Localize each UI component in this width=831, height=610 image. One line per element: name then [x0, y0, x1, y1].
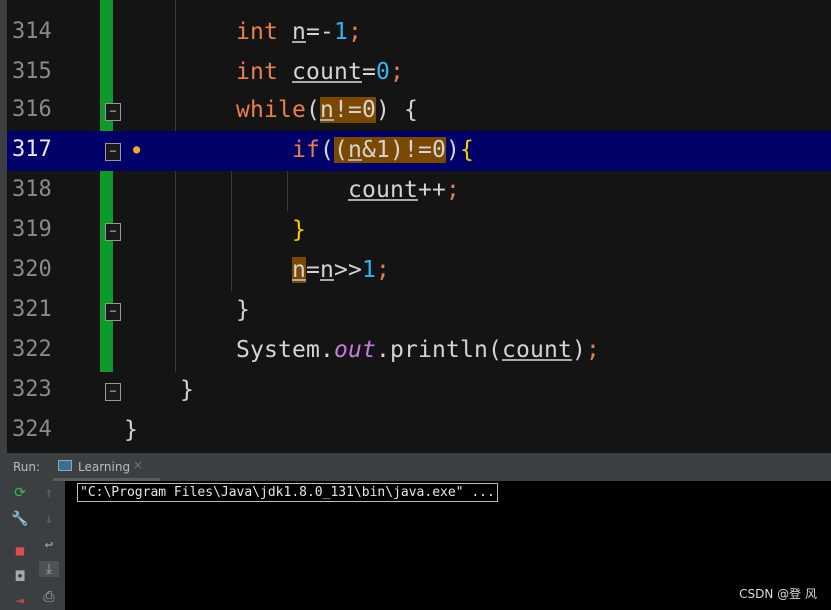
- wrench-icon[interactable]: 🔧: [10, 511, 30, 527]
- code-line[interactable]: 323}: [7, 371, 831, 411]
- code-line[interactable]: 319}: [7, 211, 831, 251]
- lightbulb-icon[interactable]: ●: [133, 142, 143, 156]
- code-line[interactable]: 314 int n=-1;: [7, 13, 831, 53]
- run-panel-header: Run: Learning ×: [7, 453, 831, 481]
- watermark: CSDN @登 风: [739, 587, 817, 601]
- code-line[interactable]: 316 while(n!=0) {: [7, 91, 831, 131]
- fold-collapse-icon[interactable]: −: [105, 103, 121, 121]
- scroll-to-end-icon[interactable]: ⤓: [39, 561, 59, 577]
- left-tool-strip: [0, 0, 7, 610]
- code-line[interactable]: 321}: [7, 291, 831, 331]
- code-line-current[interactable]: 317 if((n&1)!=0){: [7, 131, 831, 171]
- code-line[interactable]: 318 count++;: [7, 171, 831, 211]
- rerun-icon[interactable]: ⟳: [10, 485, 30, 501]
- console-output[interactable]: "C:\Program Files\Java\jdk1.8.0_131\bin\…: [65, 481, 831, 610]
- fold-collapse-icon[interactable]: −: [105, 383, 121, 401]
- fold-collapse-icon[interactable]: −: [105, 223, 121, 241]
- code-line[interactable]: 315 int count=0;: [7, 53, 831, 93]
- code-editor[interactable]: 314 int n=-1; 315 int count=0; 316 while(n!…: [7, 0, 831, 453]
- tab-learning[interactable]: Learning ×: [53, 453, 160, 481]
- code-line[interactable]: 320 n=n>>1;: [7, 251, 831, 291]
- console-icon: [58, 460, 72, 471]
- fold-collapse-icon[interactable]: −: [105, 143, 121, 161]
- down-arrow-icon[interactable]: ↓: [39, 511, 59, 527]
- run-label: Run:: [13, 460, 41, 474]
- code-line[interactable]: 324}: [7, 411, 831, 451]
- soft-wrap-icon[interactable]: ↩: [39, 537, 59, 553]
- close-icon[interactable]: ×: [133, 458, 143, 472]
- console-command-line[interactable]: "C:\Program Files\Java\jdk1.8.0_131\bin\…: [77, 483, 498, 502]
- up-arrow-icon[interactable]: ↑: [39, 485, 59, 501]
- print-icon[interactable]: ⎙: [39, 589, 59, 605]
- exit-icon[interactable]: ⇥: [10, 593, 30, 609]
- stop-icon[interactable]: ■: [10, 543, 30, 559]
- camera-icon[interactable]: ◘: [10, 569, 30, 585]
- run-toolbar: ⟳ 🔧 ■ ◘ ⇥ ↑ ↓ ↩ ⤓ ⎙: [7, 481, 65, 610]
- code-line[interactable]: 322 System.out.println(count);: [7, 331, 831, 371]
- fold-collapse-icon[interactable]: −: [105, 303, 121, 321]
